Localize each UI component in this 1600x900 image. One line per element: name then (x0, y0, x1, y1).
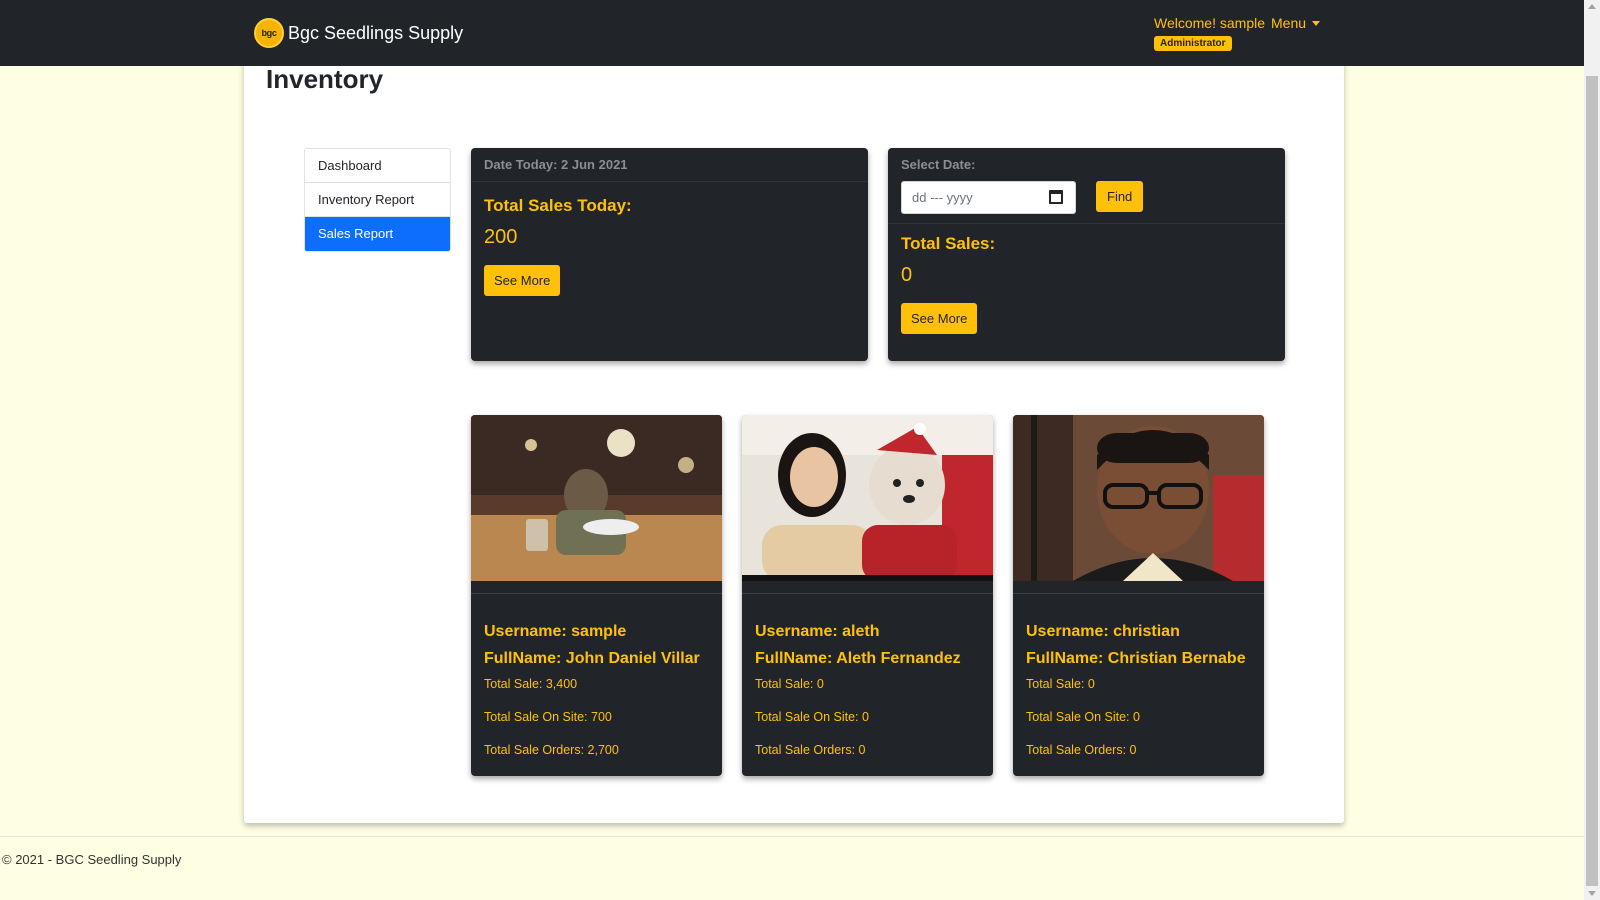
username-text: Username: christian (1026, 623, 1180, 640)
total-sale-orders-text: Total Sale Orders: 0 (1026, 743, 1137, 757)
see-more-date-button[interactable]: See More (901, 303, 978, 334)
user-photo-with-dog-icon (742, 415, 993, 581)
total-sales-today-label: Total Sales Today: (484, 196, 632, 215)
user-photo-restaurant-icon (471, 415, 722, 581)
nav-item-inventory-report[interactable]: Inventory Report (305, 183, 450, 217)
total-sale-text: Total Sale: 3,400 (484, 677, 578, 691)
main-panel: Inventory Dashboard Inventory Report Sal… (244, 60, 1344, 823)
menu-label: Menu (1271, 15, 1307, 31)
welcome-text: Welcome! sample (1154, 15, 1266, 31)
fullname-text: FullName: Aleth Fernandez (755, 650, 961, 667)
user-card: Username: christian FullName: Christian … (1013, 415, 1264, 776)
footer-divider (0, 836, 1584, 837)
total-sale-on-site-text: Total Sale On Site: 0 (1026, 710, 1140, 724)
total-sale-text: Total Sale: 0 (1026, 677, 1095, 691)
brand-link[interactable]: bgc Bgc Seedlings Supply (254, 18, 463, 48)
nav-item-sales-report[interactable]: Sales Report (305, 217, 450, 251)
sales-by-date-card: Select Date: dd --- yyyy Find Total Sale… (888, 148, 1285, 361)
calendar-icon[interactable] (1049, 190, 1063, 204)
scrollbar-thumb[interactable] (1586, 76, 1598, 886)
report-nav-list: Dashboard Inventory Report Sales Report (304, 148, 451, 252)
brand-logo-icon: bgc (254, 18, 284, 48)
select-date-header: Select Date: (901, 157, 976, 172)
user-card: Username: sample FullName: John Daniel V… (471, 415, 722, 776)
total-sale-orders-text: Total Sale Orders: 2,700 (484, 743, 619, 757)
total-sales-today-value: 200 (484, 226, 518, 248)
page-scrollbar[interactable] (1584, 0, 1600, 900)
total-sale-text: Total Sale: 0 (755, 677, 824, 691)
find-button[interactable]: Find (1096, 181, 1144, 212)
fullname-text: FullName: John Daniel Villar (484, 650, 700, 667)
photo-divider (471, 593, 722, 594)
total-sales-value: 0 (901, 264, 913, 286)
total-sale-on-site-text: Total Sale On Site: 0 (755, 710, 869, 724)
user-card: Username: aleth FullName: Aleth Fernande… (742, 415, 993, 776)
page-title: Inventory (266, 64, 384, 94)
footer-copyright: © 2021 - BGC Seedling Supply (2, 852, 182, 867)
user-photo-portrait-icon (1013, 415, 1264, 581)
caret-down-icon (1312, 20, 1321, 26)
nav-item-dashboard[interactable]: Dashboard (305, 149, 450, 183)
date-input-placeholder: dd --- yyyy (912, 190, 973, 205)
total-sales-label: Total Sales: (901, 234, 996, 253)
menu-dropdown[interactable]: Menu (1271, 15, 1321, 31)
date-today-header: Date Today: 2 Jun 2021 (471, 148, 868, 182)
fullname-text: FullName: Christian Bernabe (1026, 650, 1246, 667)
username-text: Username: sample (484, 623, 627, 640)
scroll-down-arrow-icon[interactable] (1588, 891, 1596, 896)
scroll-up-arrow-icon[interactable] (1588, 4, 1596, 9)
card-divider (888, 223, 1285, 224)
sales-today-card: Date Today: 2 Jun 2021 Total Sales Today… (471, 148, 868, 361)
photo-divider (1013, 593, 1264, 594)
date-input[interactable]: dd --- yyyy (901, 181, 1076, 214)
top-navbar: bgc Bgc Seedlings Supply Welcome! sample… (0, 0, 1584, 66)
photo-divider (742, 593, 993, 594)
username-text: Username: aleth (755, 623, 880, 640)
total-sale-on-site-text: Total Sale On Site: 700 (484, 710, 612, 724)
total-sale-orders-text: Total Sale Orders: 0 (755, 743, 866, 757)
see-more-today-button[interactable]: See More (484, 265, 561, 296)
role-badge: Administrator (1154, 36, 1232, 51)
brand-name: Bgc Seedlings Supply (288, 22, 464, 43)
